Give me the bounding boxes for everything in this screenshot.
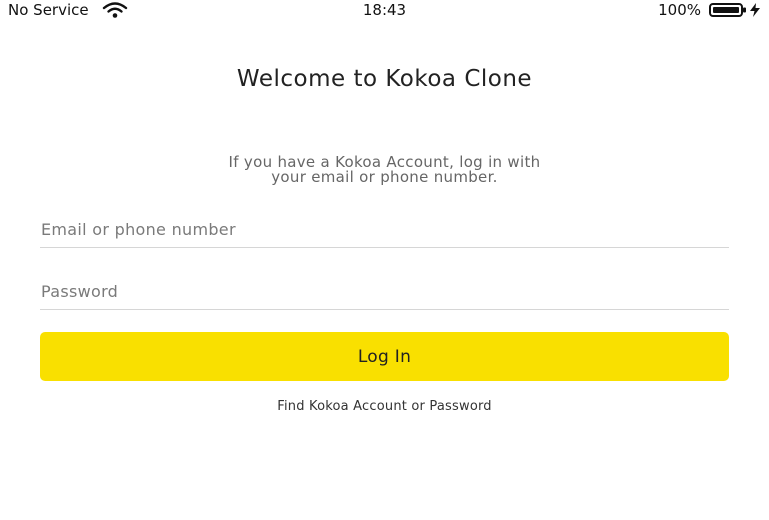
email-field[interactable] — [40, 212, 729, 248]
password-field[interactable] — [40, 274, 729, 310]
login-button[interactable]: Log In — [40, 332, 729, 381]
status-right: 100% — [658, 0, 761, 20]
login-instructions: If you have a Kokoa Account, log in with… — [0, 155, 769, 185]
find-account-link[interactable]: Find Kokoa Account or Password — [0, 399, 769, 414]
battery-percent: 100% — [658, 1, 701, 19]
battery-icon — [709, 3, 747, 17]
page-title: Welcome to Kokoa Clone — [236, 66, 533, 92]
status-bar: No Service 18:43 100% — [0, 0, 769, 20]
bolt-icon — [749, 3, 761, 17]
status-time: 18:43 — [362, 1, 407, 19]
subtitle-line-2: your email or phone number. — [271, 168, 498, 186]
